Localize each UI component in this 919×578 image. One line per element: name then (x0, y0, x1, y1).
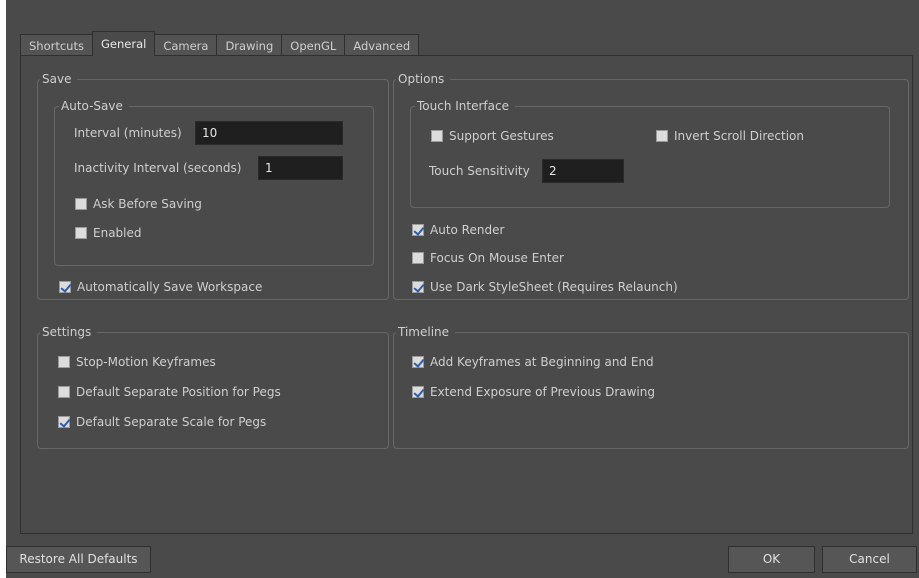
separate-scale-label: Default Separate Scale for Pegs (76, 415, 267, 429)
tab-shortcuts[interactable]: Shortcuts (20, 34, 93, 56)
stop-motion-keyframes-label: Stop-Motion Keyframes (76, 355, 216, 369)
touch-sensitivity-label: Touch Sensitivity (429, 164, 530, 178)
dark-stylesheet-label: Use Dark StyleSheet (Requires Relaunch) (430, 280, 678, 294)
cancel-button[interactable]: Cancel (822, 546, 917, 573)
preferences-dialog: Shortcuts General Camera Drawing OpenGL … (6, 0, 919, 578)
enabled-checkbox[interactable]: Enabled (75, 223, 142, 243)
checkbox-icon (431, 130, 443, 142)
inactivity-input[interactable]: 1 (258, 156, 343, 180)
ask-before-saving-label: Ask Before Saving (93, 197, 202, 211)
auto-render-checkbox[interactable]: Auto Render (412, 220, 504, 240)
separate-position-label: Default Separate Position for Pegs (76, 385, 281, 399)
auto-render-label: Auto Render (430, 223, 505, 237)
invert-scroll-label: Invert Scroll Direction (674, 129, 805, 143)
options-group-title: Options (396, 71, 451, 87)
extend-exposure-label: Extend Exposure of Previous Drawing (430, 385, 655, 399)
checkbox-checked-icon (412, 281, 424, 293)
add-keyframes-label: Add Keyframes at Beginning and End (430, 355, 654, 369)
checkbox-icon (75, 198, 87, 210)
auto-save-workspace-label: Automatically Save Workspace (77, 280, 263, 294)
checkbox-icon (412, 252, 424, 264)
tab-camera[interactable]: Camera (154, 34, 218, 56)
checkbox-checked-icon (58, 416, 70, 428)
autosave-group: Auto-Save Interval (minutes) 10 Inactivi… (54, 98, 374, 266)
settings-group: Settings Stop-Motion Keyframes Default S… (37, 324, 389, 449)
timeline-group: Timeline Add Keyframes at Beginning and … (393, 324, 909, 449)
checkbox-icon (656, 130, 668, 142)
focus-on-mouse-enter-label: Focus On Mouse Enter (430, 251, 564, 265)
settings-group-title: Settings (40, 324, 98, 340)
inactivity-label: Inactivity Interval (seconds) (74, 161, 242, 175)
checkbox-icon (75, 227, 87, 239)
separate-scale-checkbox[interactable]: Default Separate Scale for Pegs (58, 412, 266, 432)
checkbox-icon (58, 356, 70, 368)
tab-bar: Shortcuts General Camera Drawing OpenGL … (20, 31, 420, 56)
options-group: Options Touch Interface Support Gestures… (393, 71, 909, 300)
dark-stylesheet-checkbox[interactable]: Use Dark StyleSheet (Requires Relaunch) (412, 277, 678, 297)
restore-all-defaults-button[interactable]: Restore All Defaults (6, 546, 151, 573)
checkbox-icon (58, 386, 70, 398)
save-group: Save Auto-Save Interval (minutes) 10 Ina… (37, 71, 389, 300)
enabled-label: Enabled (93, 226, 142, 240)
stop-motion-keyframes-checkbox[interactable]: Stop-Motion Keyframes (58, 352, 216, 372)
autosave-group-title: Auto-Save (59, 98, 129, 114)
save-group-title: Save (40, 71, 78, 87)
checkbox-checked-icon (412, 224, 424, 236)
focus-on-mouse-enter-checkbox[interactable]: Focus On Mouse Enter (412, 248, 564, 268)
tab-general[interactable]: General (91, 31, 156, 56)
timeline-group-title: Timeline (396, 324, 456, 340)
invert-scroll-checkbox[interactable]: Invert Scroll Direction (656, 126, 804, 146)
add-keyframes-checkbox[interactable]: Add Keyframes at Beginning and End (412, 352, 654, 372)
ask-before-saving-checkbox[interactable]: Ask Before Saving (75, 194, 202, 214)
extend-exposure-checkbox[interactable]: Extend Exposure of Previous Drawing (412, 382, 655, 402)
tab-advanced[interactable]: Advanced (344, 34, 420, 56)
interval-label: Interval (minutes) (74, 126, 182, 140)
tab-opengl[interactable]: OpenGL (281, 34, 346, 56)
interval-input[interactable]: 10 (195, 121, 343, 145)
separate-position-checkbox[interactable]: Default Separate Position for Pegs (58, 382, 281, 402)
support-gestures-label: Support Gestures (449, 129, 554, 143)
touch-interface-group: Touch Interface Support Gestures Invert … (410, 98, 890, 208)
checkbox-checked-icon (412, 386, 424, 398)
checkbox-checked-icon (412, 356, 424, 368)
tab-drawing[interactable]: Drawing (216, 34, 283, 56)
touch-interface-title: Touch Interface (415, 98, 515, 114)
ok-button[interactable]: OK (728, 546, 815, 573)
checkbox-checked-icon (59, 281, 71, 293)
auto-save-workspace-checkbox[interactable]: Automatically Save Workspace (59, 277, 262, 297)
touch-sensitivity-input[interactable]: 2 (542, 159, 624, 183)
general-tab-pane: Save Auto-Save Interval (minutes) 10 Ina… (20, 55, 913, 534)
support-gestures-checkbox[interactable]: Support Gestures (431, 126, 554, 146)
